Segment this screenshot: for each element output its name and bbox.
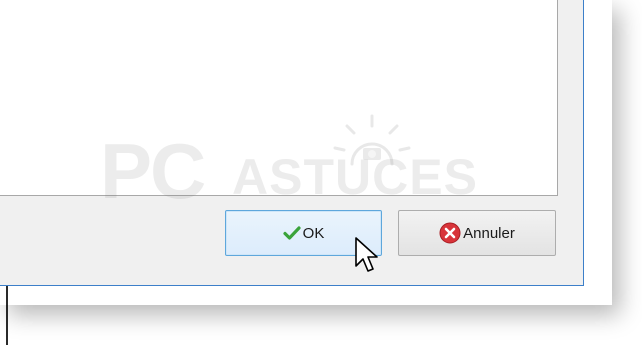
screenshot-stage: PC ASTUCES xyxy=(0,0,642,345)
cancel-button[interactable]: Annuler xyxy=(398,210,556,256)
dialog-content-pane xyxy=(0,0,558,196)
ok-button-label: OK xyxy=(302,224,325,242)
cancel-circle-icon xyxy=(439,222,461,244)
cancel-button-label: Annuler xyxy=(463,224,515,242)
check-icon xyxy=(283,225,301,241)
mouse-pointer-icon xyxy=(354,236,380,280)
dialog-window: PC ASTUCES xyxy=(0,0,584,286)
